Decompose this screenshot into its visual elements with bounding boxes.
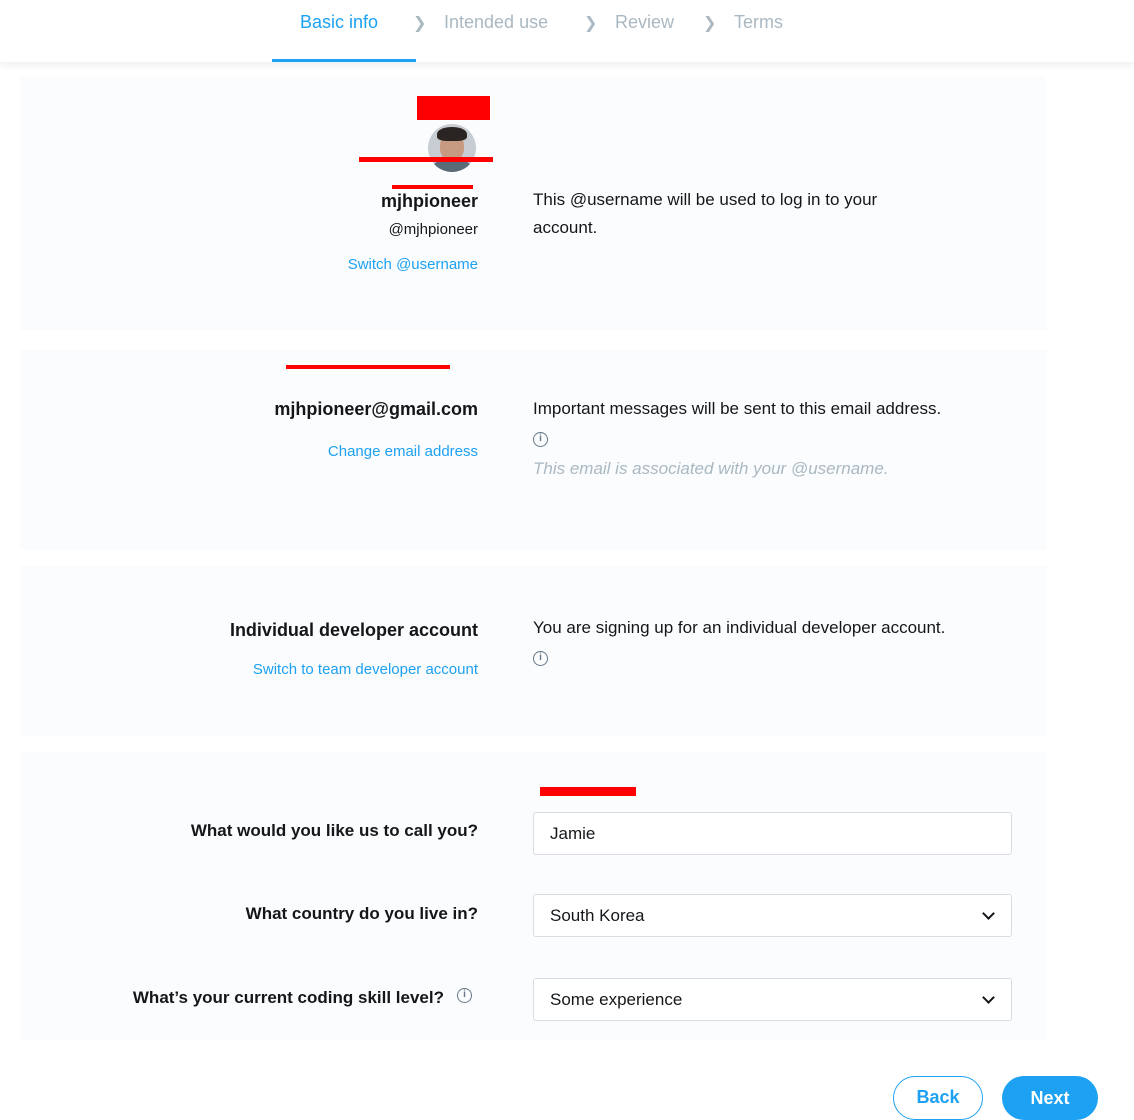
redaction-mark (359, 157, 493, 162)
country-label: What country do you live in? (245, 904, 478, 923)
redaction-mark (540, 787, 636, 796)
email-description: Important messages will be sent to this … (533, 395, 1013, 451)
email-description-text: Important messages will be sent to this … (533, 399, 942, 418)
chevron-right-icon: ❯ (584, 15, 598, 32)
email-address: mjhpioneer@gmail.com (274, 399, 478, 419)
step-intended-use[interactable]: Intended use (444, 12, 548, 33)
progress-stepper: Basic info ❯ Intended use ❯ Review ❯ Ter… (0, 0, 1134, 63)
info-icon[interactable]: i (457, 988, 472, 1003)
info-icon[interactable]: i (533, 432, 548, 447)
step-review[interactable]: Review (615, 12, 674, 33)
redaction-mark (286, 365, 450, 369)
username-handle: @mjhpioneer (388, 221, 478, 238)
country-select[interactable]: South Korea (533, 894, 1012, 937)
name-input[interactable] (533, 812, 1012, 855)
name-label: What would you like us to call you? (190, 821, 478, 840)
display-name: mjhpioneer (380, 191, 478, 211)
switch-username-link[interactable]: Switch @username (348, 256, 478, 273)
redaction-mark (392, 185, 473, 189)
back-button[interactable]: Back (893, 1076, 983, 1120)
skill-select-value: Some experience (550, 990, 683, 1009)
username-description: This @username will be used to log in to… (533, 190, 878, 237)
next-button[interactable]: Next (1002, 1076, 1098, 1120)
account-type-title: Individual developer account (229, 620, 478, 640)
step-terms[interactable]: Terms (734, 12, 783, 33)
account-type-description: You are signing up for an individual dev… (533, 614, 953, 670)
step-basic-info[interactable]: Basic info (300, 12, 378, 33)
change-email-link[interactable]: Change email address (328, 443, 478, 460)
switch-team-account-link[interactable]: Switch to team developer account (253, 661, 478, 678)
skill-select[interactable]: Some experience (533, 978, 1012, 1021)
chevron-down-icon (982, 907, 995, 920)
chevron-right-icon: ❯ (703, 15, 717, 32)
chevron-down-icon (982, 991, 995, 1004)
info-icon[interactable]: i (533, 651, 548, 666)
email-note: This email is associated with your @user… (533, 459, 889, 478)
account-type-description-text: You are signing up for an individual dev… (533, 618, 946, 637)
skill-label: What’s your current coding skill level? (132, 988, 444, 1007)
redaction-mark (417, 96, 490, 120)
chevron-right-icon: ❯ (413, 15, 427, 32)
country-select-value: South Korea (550, 906, 645, 925)
user-avatar (428, 124, 476, 172)
active-step-indicator (272, 59, 416, 62)
